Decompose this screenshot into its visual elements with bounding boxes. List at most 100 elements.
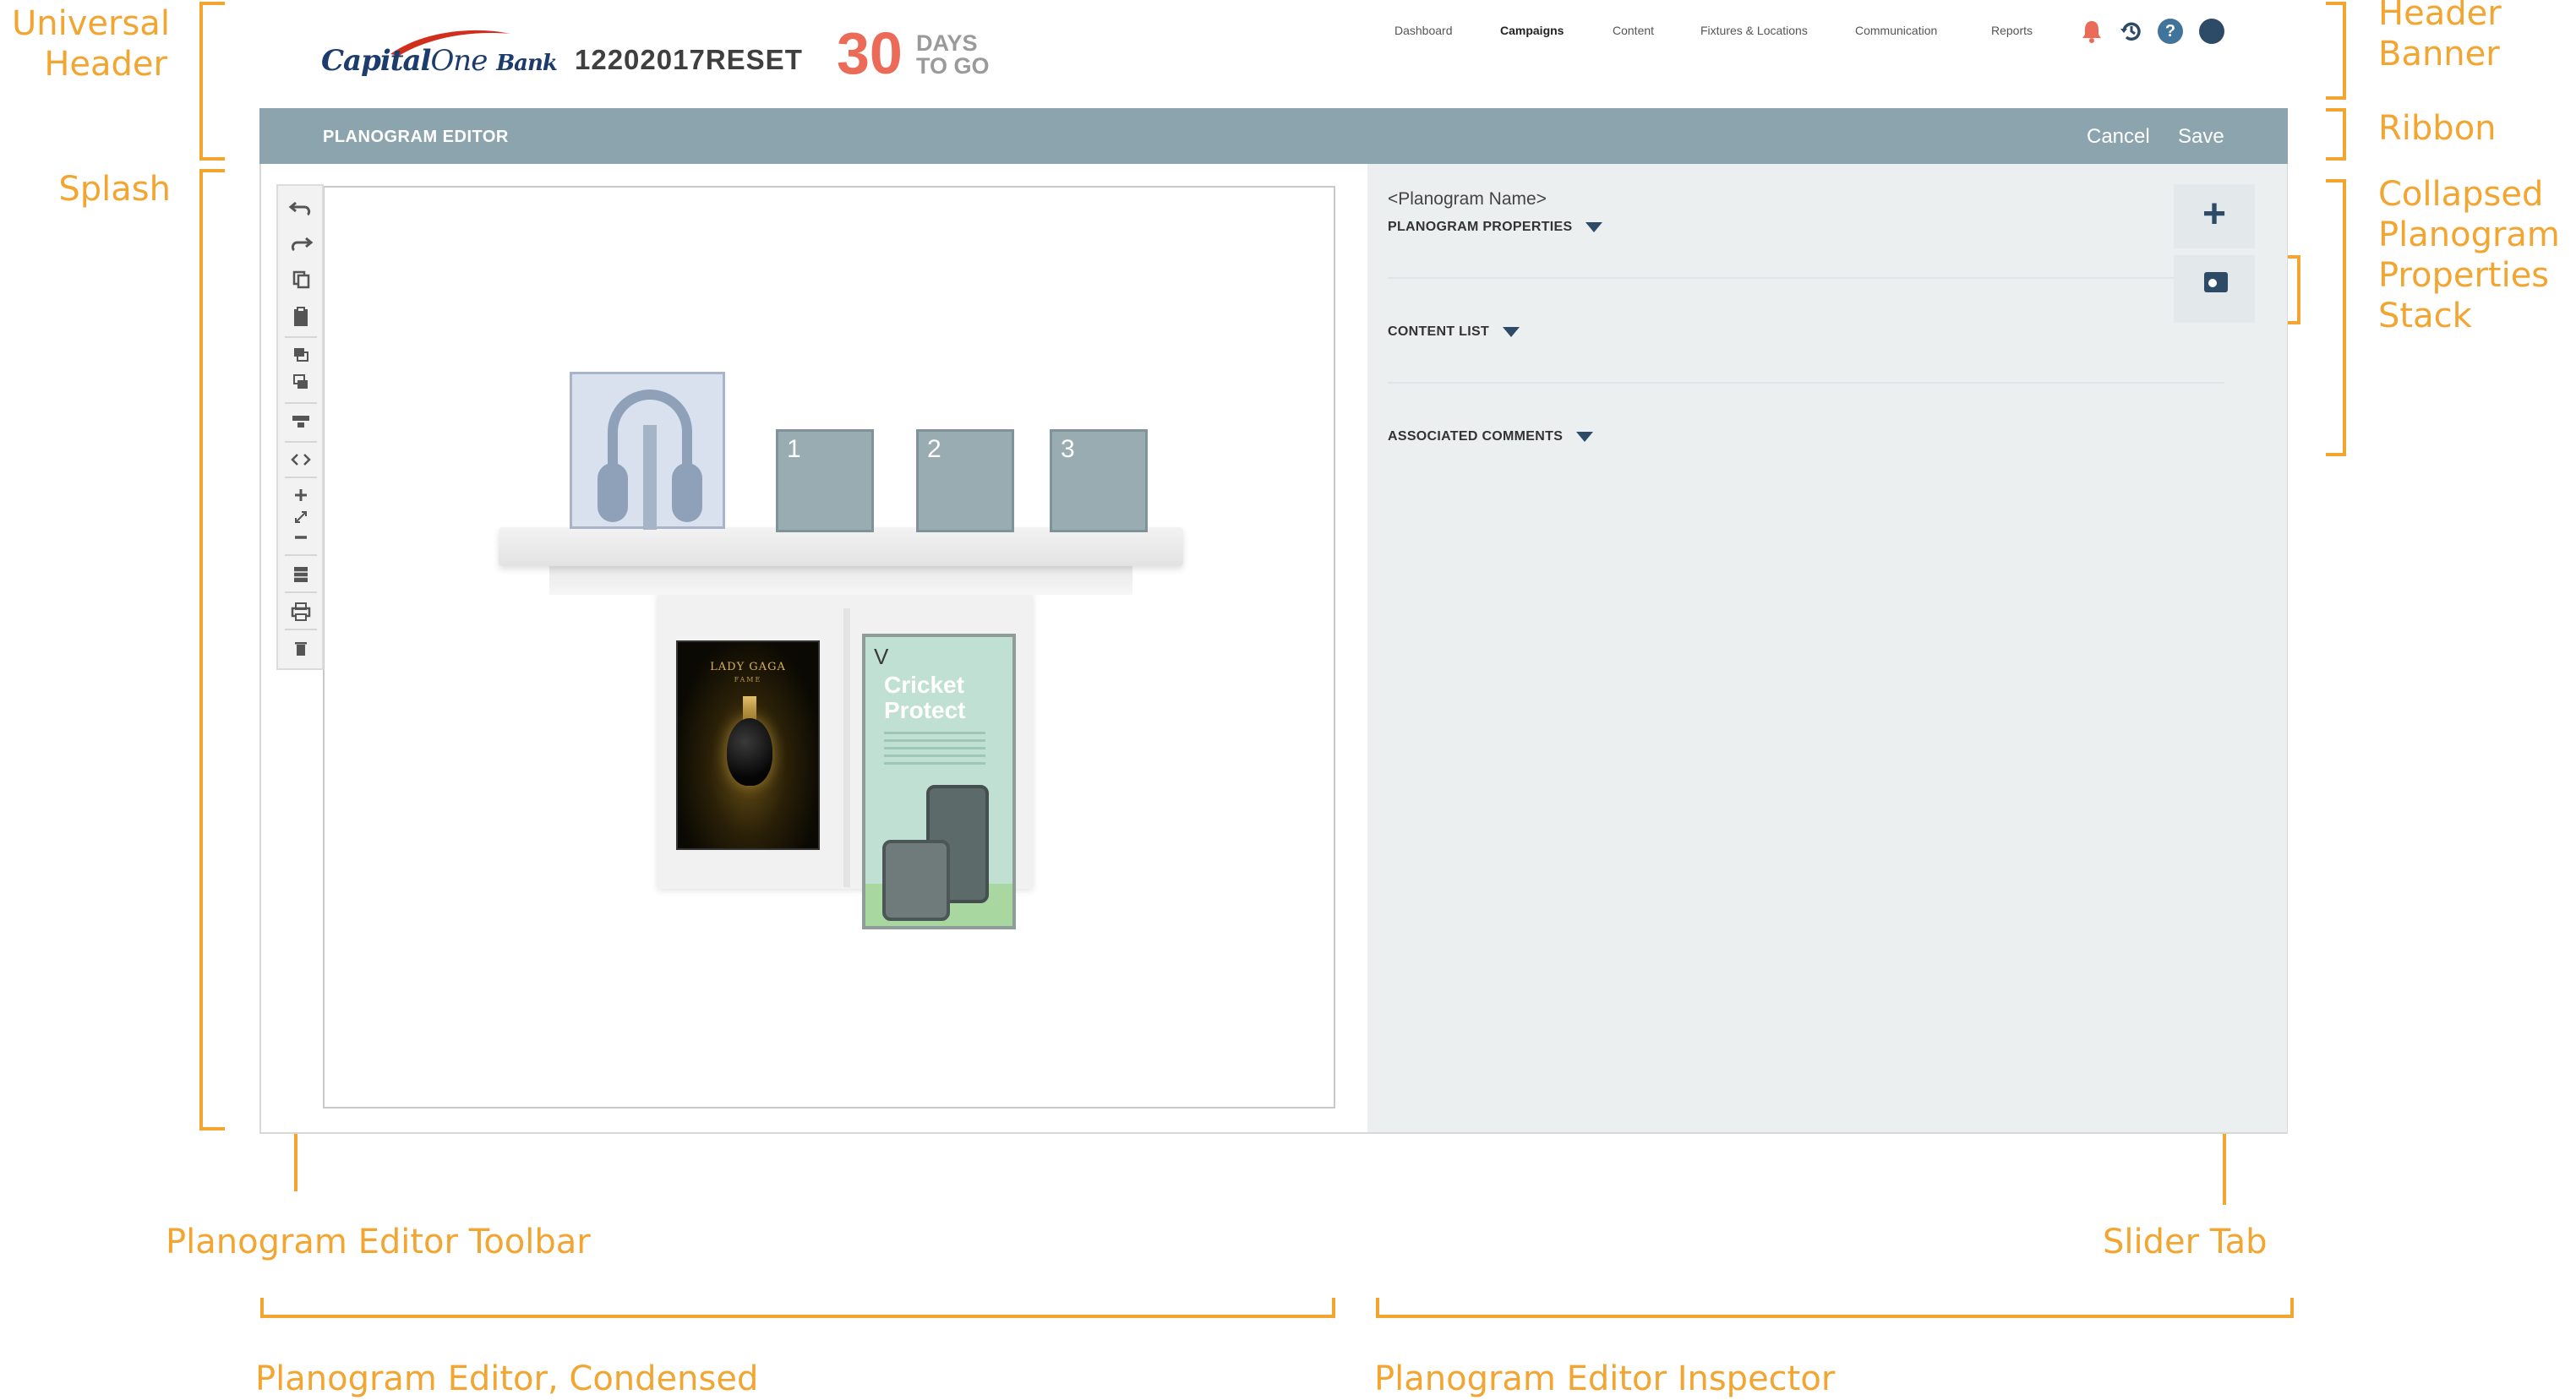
planogram-editor-inspector: <Planogram Name> PLANOGRAM PROPERTIES CO… [1367, 164, 2287, 1132]
annotation-bracket-editor-inspector [1376, 1298, 2294, 1318]
section-planogram-properties[interactable]: PLANOGRAM PROPERTIES [1388, 220, 1603, 235]
zoom-out-icon[interactable] [287, 526, 314, 549]
annotation-bracket-splash [199, 169, 225, 1130]
nav-campaigns[interactable]: Campaigns [1500, 24, 1564, 37]
nav-reports[interactable]: Reports [1991, 24, 2033, 37]
section-divider [1388, 277, 2224, 279]
annotation-universal-header: Universal Header [12, 4, 170, 84]
perfume-bottle [727, 718, 772, 786]
toolbar-divider [285, 402, 317, 404]
planogram-editor-toolbar [276, 184, 324, 670]
slot-number: 2 [927, 435, 941, 463]
logo-brand: Capital [321, 44, 431, 78]
shelf-lip [549, 564, 1132, 595]
annotation-editor-condensed: Planogram Editor, Condensed [255, 1359, 759, 1398]
redo-icon[interactable] [287, 232, 314, 255]
print-icon[interactable] [287, 600, 314, 624]
shelf-top [499, 527, 1183, 566]
annotation-bracket-collapsed-stack [2326, 179, 2346, 456]
logo-brand-one: One [430, 44, 488, 78]
toolbar-divider [285, 477, 317, 478]
ribbon-title: PLANOGRAM EDITOR [323, 128, 509, 146]
caret-down-icon [1503, 326, 1520, 337]
planogram-name[interactable]: <Planogram Name> [1388, 189, 1547, 210]
caret-down-icon [1576, 431, 1594, 442]
product-slot-2[interactable]: 2 [916, 429, 1014, 532]
duplicate-icon[interactable] [287, 345, 314, 368]
toolbar-divider [285, 336, 317, 338]
align-icon[interactable] [287, 409, 314, 433]
annotation-splash: Splash [58, 170, 171, 209]
toolbar-divider [285, 591, 317, 593]
cancel-button[interactable]: Cancel [2087, 125, 2150, 149]
poster-headline-line-1: Cricket [884, 672, 964, 698]
layer-icon[interactable] [287, 372, 314, 395]
toolbar-divider [285, 554, 317, 556]
nav-dashboard[interactable]: Dashboard [1394, 24, 1453, 37]
product-headphones[interactable] [570, 372, 725, 530]
add-tab-button[interactable]: + [2174, 184, 2255, 248]
phone-image-front [882, 840, 950, 921]
delete-icon[interactable] [287, 637, 314, 661]
paste-icon[interactable] [287, 306, 314, 330]
annotation-toolbar: Planogram Editor Toolbar [166, 1223, 591, 1261]
save-button[interactable]: Save [2178, 125, 2224, 149]
slider-tab[interactable] [2174, 255, 2255, 323]
annotation-bracket-ribbon [2326, 108, 2346, 161]
section-label: CONTENT LIST [1388, 324, 1490, 339]
annotation-editor-inspector: Planogram Editor Inspector [1374, 1359, 1836, 1398]
poster-body-text [884, 732, 985, 765]
plus-icon: + [2202, 192, 2227, 237]
annotation-collapsed-stack: Collapsed Planogram Properties Stack [2378, 175, 2560, 335]
days-label-line-1: DAYS [916, 30, 978, 56]
poster-lady-gaga[interactable]: LADY GAGA FAME [676, 640, 820, 850]
annotation-ribbon: Ribbon [2378, 109, 2497, 148]
days-to-go-label: DAYS TO GO [916, 32, 990, 78]
nav-communication[interactable]: Communication [1855, 24, 1937, 37]
slot-number: 3 [1061, 435, 1075, 463]
annotation-bracket-header-banner [2326, 2, 2346, 100]
code-icon[interactable] [287, 448, 314, 471]
product-slot-1[interactable]: 1 [776, 429, 874, 532]
toolbar-divider [285, 629, 317, 630]
annotation-bracket-editor-condensed [260, 1298, 1335, 1318]
poster-letter: V [874, 644, 889, 669]
copy-icon[interactable] [287, 267, 314, 291]
capital-one-logo[interactable]: CapitalOne Bank [321, 25, 558, 84]
history-icon[interactable] [2119, 19, 2144, 44]
annotation-header-banner: Header Banner [2378, 0, 2502, 74]
days-to-go-count: 30 [837, 20, 903, 86]
headphone-cup-right [672, 463, 702, 522]
poster-headline: Cricket Protect [884, 673, 965, 723]
headphone-cup-left [598, 463, 628, 522]
bell-icon[interactable] [2079, 19, 2104, 44]
section-content-list[interactable]: CONTENT LIST [1388, 324, 1520, 340]
zoom-in-icon[interactable] [287, 483, 314, 507]
days-label-line-2: TO GO [916, 53, 990, 79]
poster-headline-line-2: Protect [884, 697, 966, 723]
section-label: ASSOCIATED COMMENTS [1388, 429, 1564, 444]
toolbar-divider [285, 441, 317, 443]
image-icon [2204, 272, 2228, 292]
shelf-divider [843, 608, 850, 887]
nav-fixtures-locations[interactable]: Fixtures & Locations [1700, 24, 1808, 37]
section-label: PLANOGRAM PROPERTIES [1388, 220, 1573, 234]
poster-title: LADY GAGA [710, 661, 786, 673]
poster-cricket-protect[interactable]: V Cricket Protect [862, 634, 1016, 929]
ribbon: PLANOGRAM EDITOR Cancel Save [259, 108, 2288, 164]
annotation-slider-tab: Slider Tab [2103, 1223, 2268, 1261]
user-avatar[interactable] [2199, 19, 2224, 44]
poster-subtitle: FAME [734, 676, 762, 684]
campaign-code: 12202017RESET [575, 44, 803, 75]
product-slot-3[interactable]: 3 [1050, 429, 1148, 532]
nav-content[interactable]: Content [1613, 24, 1654, 37]
section-associated-comments[interactable]: ASSOCIATED COMMENTS [1388, 429, 1594, 444]
help-icon[interactable]: ? [2158, 19, 2183, 44]
caret-down-icon [1585, 221, 1603, 232]
grid-icon[interactable] [287, 563, 314, 586]
undo-icon[interactable] [287, 196, 314, 220]
annotation-bracket-universal-header [199, 2, 225, 161]
logo-brand-bank: Bank [496, 51, 558, 76]
section-divider [1388, 382, 2224, 384]
slot-number: 1 [787, 435, 801, 463]
